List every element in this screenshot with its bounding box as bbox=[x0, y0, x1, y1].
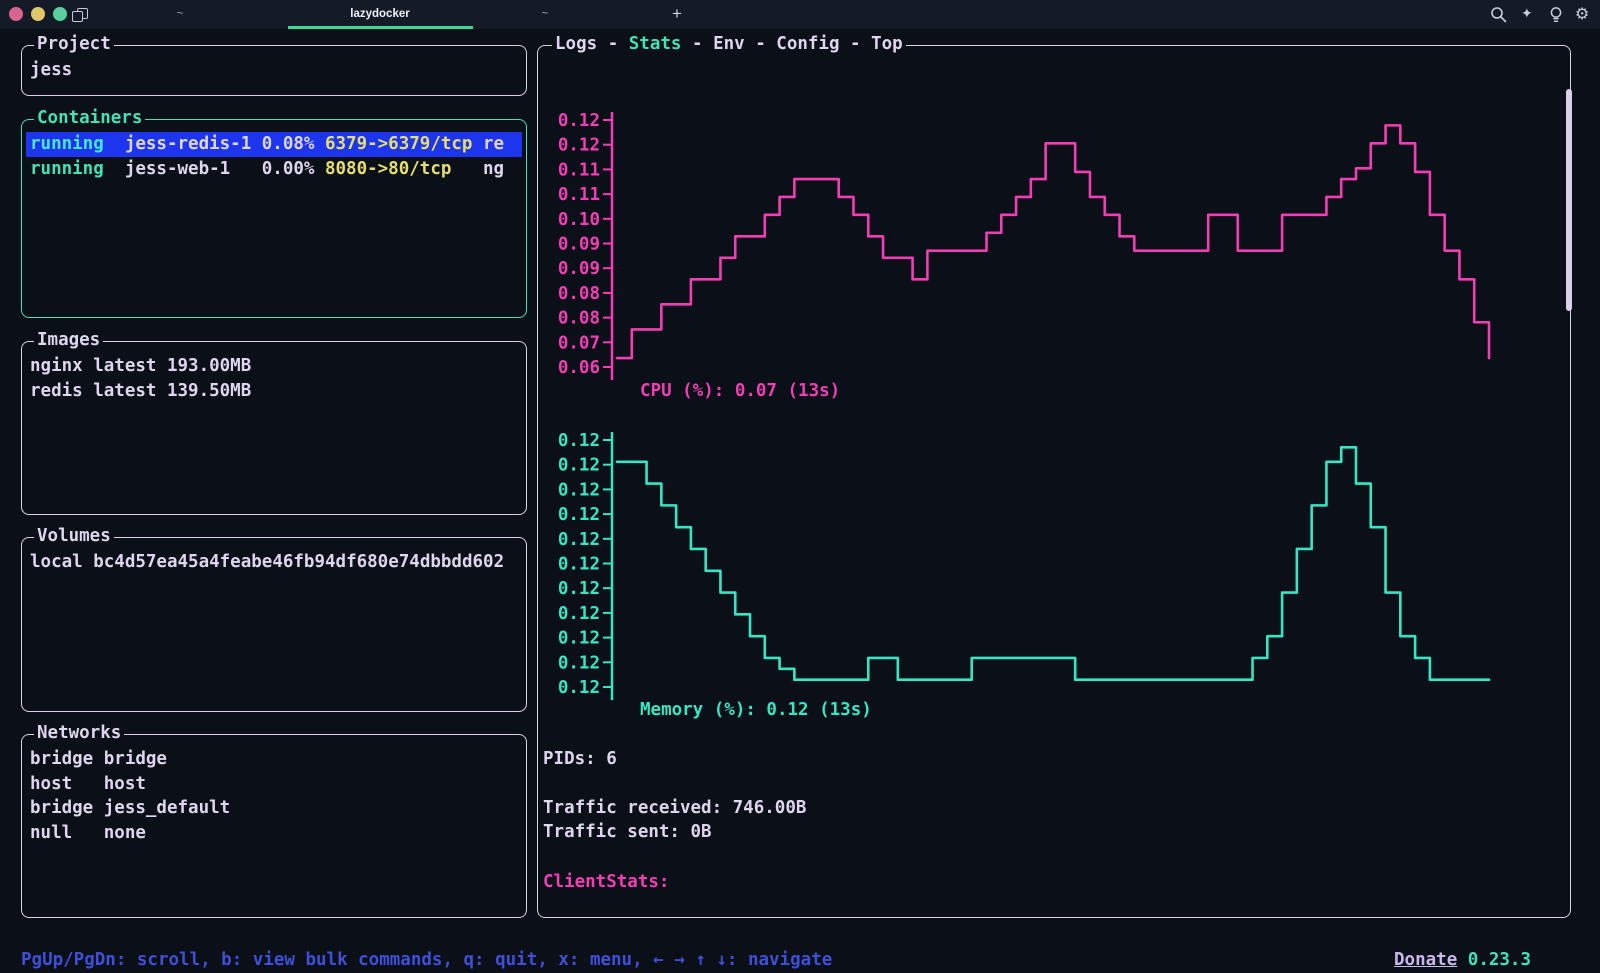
tab-separator: - bbox=[745, 34, 777, 54]
project-name[interactable]: jess bbox=[22, 58, 526, 83]
container-row-jess-redis-1[interactable]: runningjess-redis-10.08%6379->6379/tcpre bbox=[26, 132, 522, 157]
tab-stats[interactable]: Stats bbox=[629, 34, 682, 54]
traffic-received-stat: Traffic received: 746.00B bbox=[543, 796, 806, 821]
container-name: jess-web-1 bbox=[125, 157, 262, 182]
volumes-panel-title[interactable]: Volumes bbox=[34, 524, 114, 549]
close-window-button[interactable] bbox=[9, 7, 23, 21]
tab-separator: - bbox=[840, 34, 872, 54]
svg-text:0.08: 0.08 bbox=[558, 309, 600, 329]
container-image: ng bbox=[483, 157, 504, 182]
containers-panel[interactable]: Containers runningjess-redis-10.08%6379-… bbox=[21, 119, 527, 318]
lightbulb-icon[interactable] bbox=[1548, 6, 1564, 23]
tab-separator: - bbox=[681, 34, 713, 54]
project-panel[interactable]: Project jess bbox=[21, 45, 527, 96]
search-icon[interactable] bbox=[1490, 6, 1507, 23]
main-panel-tabs: Logs - Stats - Env - Config - Top bbox=[552, 32, 906, 57]
svg-text:0.12: 0.12 bbox=[558, 653, 600, 673]
svg-text:0.11: 0.11 bbox=[558, 160, 600, 180]
tab-env[interactable]: Env bbox=[713, 34, 745, 54]
svg-text:0.12: 0.12 bbox=[558, 456, 600, 476]
container-state: running bbox=[30, 132, 125, 157]
keybindings-help: PgUp/PgDn: scroll, b: view bulk commands… bbox=[21, 948, 832, 973]
cpu-usage-chart: 0.12 0.12 0.11 0.11 0.10 0.09 0.09 0.08 0.08 0.07… bbox=[545, 106, 1505, 386]
terminal-tab-1[interactable]: ~ bbox=[130, 0, 230, 29]
terminal-tab-lazydocker[interactable]: lazydocker bbox=[290, 0, 470, 29]
minimize-window-button[interactable] bbox=[31, 7, 45, 21]
container-row-jess-web-1[interactable]: runningjess-web-10.00%8080->80/tcpng bbox=[26, 157, 522, 182]
svg-text:0.06: 0.06 bbox=[558, 358, 600, 378]
network-row[interactable]: host host bbox=[22, 772, 526, 797]
tab-config[interactable]: Config bbox=[776, 34, 839, 54]
svg-text:0.12: 0.12 bbox=[558, 480, 600, 500]
svg-text:0.09: 0.09 bbox=[558, 259, 600, 279]
svg-text:0.12: 0.12 bbox=[558, 579, 600, 599]
window-titlebar: ~ lazydocker ~ + ✦ ⚙ bbox=[0, 0, 1600, 29]
volume-row[interactable]: local bc4d57ea45a4feabe46fb94df680e74dbb… bbox=[22, 550, 526, 575]
main-panel-scrollbar[interactable] bbox=[1566, 89, 1572, 311]
memory-usage-chart: 0.12 0.12 0.12 0.12 0.12 0.12 0.12 0.12 0.12 0.12… bbox=[545, 426, 1505, 706]
networks-panel[interactable]: Networks bridge bridge host host bridge … bbox=[21, 734, 527, 918]
terminal-tab-3[interactable]: ~ bbox=[495, 0, 595, 29]
svg-text:0.12: 0.12 bbox=[558, 629, 600, 649]
svg-text:0.08: 0.08 bbox=[558, 284, 600, 304]
network-row[interactable]: bridge bridge bbox=[22, 747, 526, 772]
svg-text:0.12: 0.12 bbox=[558, 431, 600, 451]
volumes-panel[interactable]: Volumes local bc4d57ea45a4feabe46fb94df6… bbox=[21, 537, 527, 712]
tab-logs[interactable]: Logs bbox=[555, 34, 597, 54]
images-panel[interactable]: Images nginx latest 193.00MB redis lates… bbox=[21, 341, 527, 515]
network-row[interactable]: null none bbox=[22, 821, 526, 846]
zoom-window-button[interactable] bbox=[53, 7, 67, 21]
version-label: 0.23.3 bbox=[1468, 950, 1531, 970]
tab-top[interactable]: Top bbox=[871, 34, 903, 54]
memory-chart-caption: Memory (%): 0.12 (13s) bbox=[640, 698, 872, 723]
sparkles-ai-icon[interactable]: ✦ bbox=[1521, 7, 1533, 22]
networks-panel-title[interactable]: Networks bbox=[34, 721, 124, 746]
client-stats-heading: ClientStats: bbox=[543, 870, 669, 895]
container-state: running bbox=[30, 157, 125, 182]
svg-text:0.12: 0.12 bbox=[558, 555, 600, 575]
containers-panel-title[interactable]: Containers bbox=[34, 106, 145, 131]
donate-link[interactable]: Donate bbox=[1394, 950, 1457, 970]
svg-text:0.11: 0.11 bbox=[558, 185, 600, 205]
svg-text:0.07: 0.07 bbox=[558, 333, 600, 353]
traffic-sent-stat: Traffic sent: 0B bbox=[543, 820, 712, 845]
svg-text:0.12: 0.12 bbox=[558, 111, 600, 131]
image-row[interactable]: redis latest 139.50MB bbox=[22, 379, 526, 404]
svg-text:0.12: 0.12 bbox=[558, 136, 600, 156]
images-panel-title[interactable]: Images bbox=[34, 328, 103, 353]
svg-text:0.12: 0.12 bbox=[558, 678, 600, 698]
settings-gear-icon[interactable]: ⚙ bbox=[1575, 6, 1589, 21]
tab-overview-icon[interactable] bbox=[72, 8, 88, 22]
lazydocker-terminal: Project jess Containers runningjess-redi… bbox=[0, 29, 1600, 966]
container-image: re bbox=[483, 132, 504, 157]
image-row[interactable]: nginx latest 193.00MB bbox=[22, 354, 526, 379]
container-cpu: 0.08% bbox=[262, 132, 325, 157]
project-panel-title[interactable]: Project bbox=[34, 32, 114, 57]
svg-text:0.12: 0.12 bbox=[558, 505, 600, 525]
container-ports: 6379->6379/tcp bbox=[325, 132, 483, 157]
spacer bbox=[1457, 950, 1468, 970]
network-row[interactable]: bridge jess_default bbox=[22, 796, 526, 821]
container-cpu: 0.00% bbox=[262, 157, 325, 182]
svg-text:0.09: 0.09 bbox=[558, 235, 600, 255]
svg-text:0.12: 0.12 bbox=[558, 530, 600, 550]
tab-separator: - bbox=[597, 34, 629, 54]
new-tab-button[interactable]: + bbox=[665, 0, 689, 29]
svg-text:0.10: 0.10 bbox=[558, 210, 600, 230]
svg-text:0.12: 0.12 bbox=[558, 604, 600, 624]
container-name: jess-redis-1 bbox=[125, 132, 262, 157]
pids-stat: PIDs: 6 bbox=[543, 747, 617, 772]
donate-version: Donate 0.23.3 bbox=[1394, 948, 1531, 973]
cpu-chart-caption: CPU (%): 0.07 (13s) bbox=[640, 379, 840, 404]
container-ports: 8080->80/tcp bbox=[325, 157, 483, 182]
